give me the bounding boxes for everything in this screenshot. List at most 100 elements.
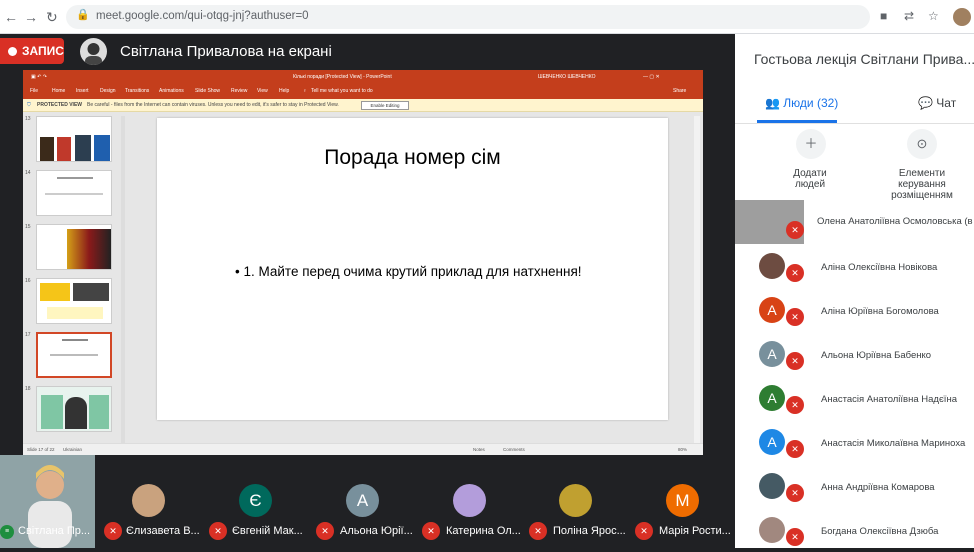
thumb-number: 18 — [25, 386, 31, 392]
mic-off-icon: ✕ — [786, 396, 804, 414]
participant-name: Анна Андріївна Комарова — [821, 482, 935, 493]
ribbon-tab-insert: Insert — [76, 88, 89, 94]
slide-thumb-16 — [36, 278, 112, 324]
participant-avatar — [559, 484, 592, 517]
tile-label: Катерина Ол... — [446, 525, 521, 537]
participant-avatar — [759, 473, 785, 499]
mic-off-icon: ✕ — [786, 484, 804, 502]
tile-label: Марія Рости... — [659, 525, 731, 537]
tab-people-label: Люди (32) — [783, 96, 839, 110]
ribbon-tab-home: Home — [52, 88, 66, 94]
meet-header — [0, 34, 735, 70]
host-controls-label[interactable]: Елементи керування розміщенням — [882, 168, 962, 201]
participant-avatar: А — [346, 484, 379, 517]
participant-name: Аліна Олексіївна Новікова — [821, 262, 938, 273]
tile-label: Поліна Ярос... — [553, 525, 626, 537]
mic-off-icon: ✕ — [786, 440, 804, 458]
mic-off-icon: ✕ — [635, 522, 653, 540]
thumb-scrollbar — [121, 116, 125, 446]
person-photo-icon — [85, 43, 102, 65]
thumb-number: 13 — [25, 116, 31, 122]
participant-avatar — [453, 484, 486, 517]
participant-name: Богдана Олексіївна Дзюба — [821, 526, 939, 537]
tab-divider — [735, 123, 974, 124]
tell-me-search: Tell me what you want to do — [311, 88, 373, 94]
camera-icon[interactable]: ■ — [880, 9, 887, 23]
participant-avatar: А — [759, 341, 785, 367]
reload-icon[interactable]: ↻ — [46, 9, 58, 26]
lock-icon[interactable]: 🔒 — [76, 8, 90, 21]
status-comments: Comments — [503, 447, 525, 452]
translate-icon[interactable]: ⇄ — [904, 9, 914, 23]
slide-title: Порада номер сім — [324, 146, 501, 169]
participant-row[interactable]: ✕ Анна Андріївна Комарова — [735, 464, 974, 508]
ribbon-tab-file: File — [30, 88, 39, 94]
shared-screen-powerpoint: ▣ ↶ ↷ Кількі поради [Protected View] - P… — [23, 70, 703, 455]
star-icon[interactable]: ☆ — [928, 9, 939, 23]
participant-row[interactable]: А ✕ Альона Юріївна Бабенко — [735, 332, 974, 376]
recording-badge: ЗАПИС — [0, 38, 64, 64]
participant-avatar: А — [759, 297, 785, 323]
tab-people[interactable]: 👥 Люди (32) — [765, 96, 838, 110]
participant-row[interactable]: А ✕ Аліна Юріївна Богомолова — [735, 288, 974, 332]
participant-name: Анастасія Миколаївна Мариноха — [821, 438, 966, 449]
status-slide: Slide 17 of 22 — [27, 447, 55, 452]
tile-label: Єлизавета В... — [126, 525, 200, 537]
participant-row[interactable]: ✕ Олена Анатоліївна Осмоловська (в — [735, 200, 974, 244]
participant-name: Олена Анатоліївна Осмоловська (в — [817, 216, 973, 227]
participant-row[interactable]: ✕ Аліна Олексіївна Новікова — [735, 244, 974, 288]
toggle-icon[interactable]: ⊙ — [907, 129, 937, 159]
meeting-title: Гостьова лекція Світлани Прива... — [754, 51, 974, 67]
profile-avatar[interactable] — [953, 8, 971, 26]
tab-chat-label: Чат — [936, 96, 957, 110]
slide-thumb-14 — [36, 170, 112, 216]
add-person-icon[interactable]: ＋ — [796, 129, 826, 159]
participant-avatar — [759, 253, 785, 279]
mic-off-icon: ✕ — [786, 221, 804, 239]
participant-name: Анастасія Анатоліївна Надєїна — [821, 394, 957, 405]
ribbon-tab-transitions: Transitions — [125, 88, 150, 94]
mic-off-icon: ✕ — [786, 308, 804, 326]
ppt-user-label: ШЕВЧЕНКО ШЕВЧЕНКО — [538, 74, 596, 80]
ppt-window-title: Кількі поради [Protected View] - PowerPo… — [293, 74, 392, 80]
window-controls-icon: — ▢ ✕ — [643, 74, 660, 80]
participant-row[interactable]: А ✕ Анастасія Миколаївна Мариноха — [735, 420, 974, 464]
participant-row[interactable]: А ✕ Анастасія Анатоліївна Надєїна — [735, 376, 974, 420]
people-icon: 👥 — [765, 96, 780, 110]
save-icon: ▣ ↶ ↷ — [31, 74, 47, 80]
mic-off-icon: ✕ — [316, 522, 334, 540]
record-dot-icon — [8, 46, 17, 56]
back-icon[interactable]: ← — [4, 9, 18, 25]
slide-thumb-18 — [36, 386, 112, 432]
forward-icon[interactable]: → — [24, 9, 38, 25]
status-zoom: 80% — [678, 447, 688, 452]
current-slide: Порада номер сім • 1. Майте перед очима … — [157, 118, 668, 420]
participant-name: Аліна Юріївна Богомолова — [821, 306, 939, 317]
tile-label: Євгеній Мак... — [232, 525, 303, 537]
protected-text: Be careful - files from the Internet can… — [87, 102, 339, 108]
participant-avatar: М — [666, 484, 699, 517]
mic-off-icon: ✕ — [786, 264, 804, 282]
url-text[interactable]: meet.google.com/qui-otqg-jnj?authuser=0 — [96, 10, 309, 22]
mic-off-icon: ✕ — [104, 522, 122, 540]
mic-off-icon: ✕ — [529, 522, 547, 540]
presenter-title: Світлана Привалова на екрані — [120, 43, 332, 60]
participant-avatar: А — [759, 385, 785, 411]
self-label: Світлана Пр... — [18, 525, 91, 537]
thumb-number: 14 — [25, 170, 31, 176]
thumb-number: 17 — [25, 332, 31, 338]
mic-off-icon: ✕ — [786, 352, 804, 370]
slide-thumb-17-selected — [36, 332, 112, 378]
slide-bullet: • 1. Майте перед очима крутий приклад дл… — [235, 264, 582, 279]
mic-off-icon: ✕ — [422, 522, 440, 540]
tile-label: Альона Юрії... — [340, 525, 413, 537]
slide-thumbnails: 13 14 15 16 17 18 — [23, 112, 126, 442]
participant-row[interactable]: ✕ Богдана Олексіївна Дзюба — [735, 508, 974, 552]
add-people-label[interactable]: Додати людей — [780, 168, 840, 190]
status-language: Ukrainian — [63, 447, 83, 452]
shield-icon: ⛉ — [27, 102, 31, 108]
mic-off-icon: ✕ — [209, 522, 227, 540]
protected-label: PROTECTED VIEW — [37, 102, 83, 108]
tab-chat[interactable]: 💬 Чат — [918, 96, 956, 110]
ribbon-tab-review: Review — [231, 88, 248, 94]
